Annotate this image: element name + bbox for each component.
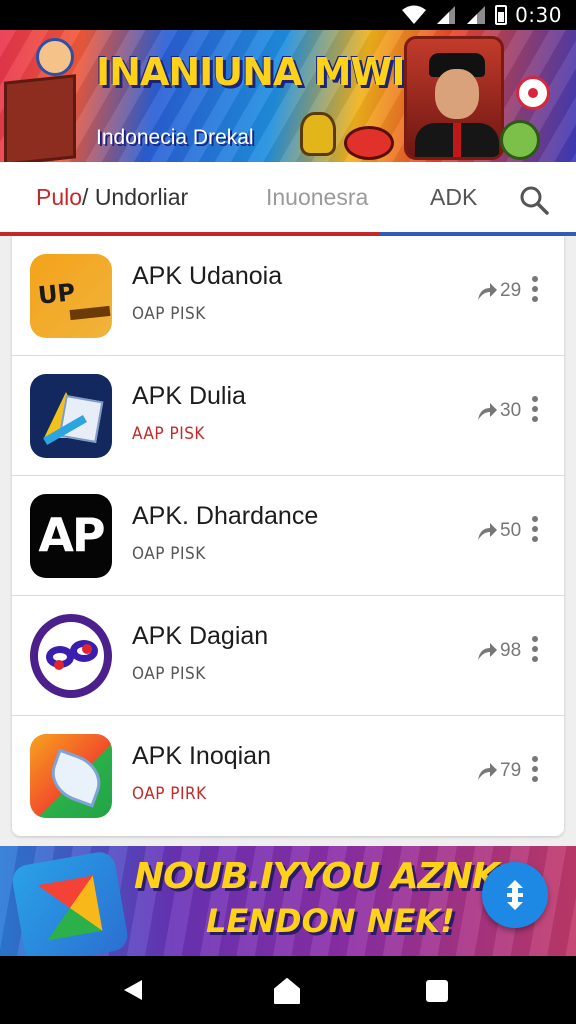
portrait-head (435, 69, 479, 119)
nav-bar (0, 956, 576, 1024)
app-icon-dagian (30, 614, 112, 698)
app-name: APK Dagian (132, 622, 269, 650)
tab-inuonesra[interactable]: Inuonesra (266, 184, 368, 211)
banner-toy-art (300, 112, 336, 156)
list-item[interactable]: UP APK Udanoia OAP PISK 29 (12, 236, 564, 356)
share-count: 50 (500, 520, 522, 541)
share-count: 79 (500, 760, 522, 781)
home-icon[interactable] (274, 978, 300, 1004)
banner-tower-art (4, 74, 76, 162)
updown-icon (507, 880, 523, 910)
download-fab[interactable] (482, 862, 548, 928)
share-icon[interactable] (476, 640, 498, 662)
app-icon-label: AP (38, 508, 105, 562)
app-icon-leaf (44, 748, 108, 808)
app-icon-udanoia: UP (30, 254, 112, 338)
search-icon[interactable] (518, 184, 550, 216)
share-icon[interactable] (476, 520, 498, 542)
status-bar: 0:30 (0, 0, 576, 30)
tab-label-accent: Pulo (36, 184, 83, 210)
list-item[interactable]: APK Inoqian OAP PIRK 79 (12, 716, 564, 836)
portrait-tie (453, 123, 461, 157)
banner-headline: NOUB.IYYOU AZNK (134, 856, 500, 897)
tab-adk[interactable]: ADK (430, 184, 477, 211)
app-icon-dot-2 (54, 660, 64, 670)
list-item[interactable]: AP APK. Dhardance OAP PISK 50 (12, 476, 564, 596)
app-subtitle: OAP PISK (132, 304, 206, 324)
banner-app-tile-icon (10, 849, 130, 956)
banner-toy-art-2 (344, 126, 394, 160)
app-name: APK. Dhardance (132, 502, 319, 530)
share-count: 29 (500, 280, 522, 301)
status-time: 0:30 (515, 3, 562, 27)
banner-character-art (36, 38, 74, 76)
app-name: APK Udanoia (132, 262, 283, 290)
signal-icon-2 (467, 6, 486, 24)
app-name: APK Dulia (132, 382, 246, 410)
share-icon[interactable] (476, 760, 498, 782)
share-count: 98 (500, 640, 522, 661)
tab-label-rest: / Undorliar (82, 184, 189, 210)
banner-portrait (404, 36, 504, 160)
share-icon[interactable] (476, 280, 498, 302)
signal-icon (437, 6, 456, 24)
screen: 0:30 INANIUNA MWIIA Indonecia Drekal Pul… (0, 0, 576, 1024)
app-icon-dulia (30, 374, 112, 458)
app-name: APK Inoqian (132, 742, 271, 770)
more-options-icon[interactable] (532, 396, 538, 422)
app-subtitle: OAP PISK (132, 664, 206, 684)
banner-toy-art-3 (500, 120, 540, 160)
more-options-icon[interactable] (532, 516, 538, 542)
banner-title: INANIUNA MWIIA (96, 50, 447, 94)
list-item[interactable]: APK Dulia AAP PISK 30 (12, 356, 564, 476)
app-list: UP APK Udanoia OAP PISK 29 APK Dulia AAP… (12, 236, 564, 836)
app-subtitle: OAP PISK (132, 544, 206, 564)
more-options-icon[interactable] (532, 276, 538, 302)
app-icon-dot (82, 644, 92, 654)
app-icon-label: UP (36, 278, 77, 310)
banner-subtitle: Indonecia Drekal (96, 126, 254, 149)
app-subtitle: OAP PIRK (132, 784, 207, 804)
app-icon-dhardance: AP (30, 494, 112, 578)
tab-bar: Pulo/ Undorliar Inuonesra ADK (0, 162, 576, 236)
banner-tagline: LENDON NEK! (206, 902, 455, 940)
share-icon[interactable] (476, 400, 498, 422)
battery-icon (495, 5, 508, 25)
list-item[interactable]: APK Dagian OAP PISK 98 (12, 596, 564, 716)
banner-logo-icon (516, 76, 550, 110)
app-subtitle: AAP PISK (132, 424, 205, 444)
more-options-icon[interactable] (532, 756, 538, 782)
recents-icon[interactable] (426, 980, 448, 1002)
app-icon-band (69, 305, 111, 321)
app-icon-inoqian (30, 734, 112, 818)
wifi-icon (402, 5, 427, 24)
back-icon[interactable] (122, 978, 144, 1002)
share-count: 30 (500, 400, 522, 421)
top-banner[interactable]: INANIUNA MWIIA Indonecia Drekal (0, 30, 576, 162)
more-options-icon[interactable] (532, 636, 538, 662)
tab-pulo-undorliar[interactable]: Pulo/ Undorliar (36, 184, 188, 211)
